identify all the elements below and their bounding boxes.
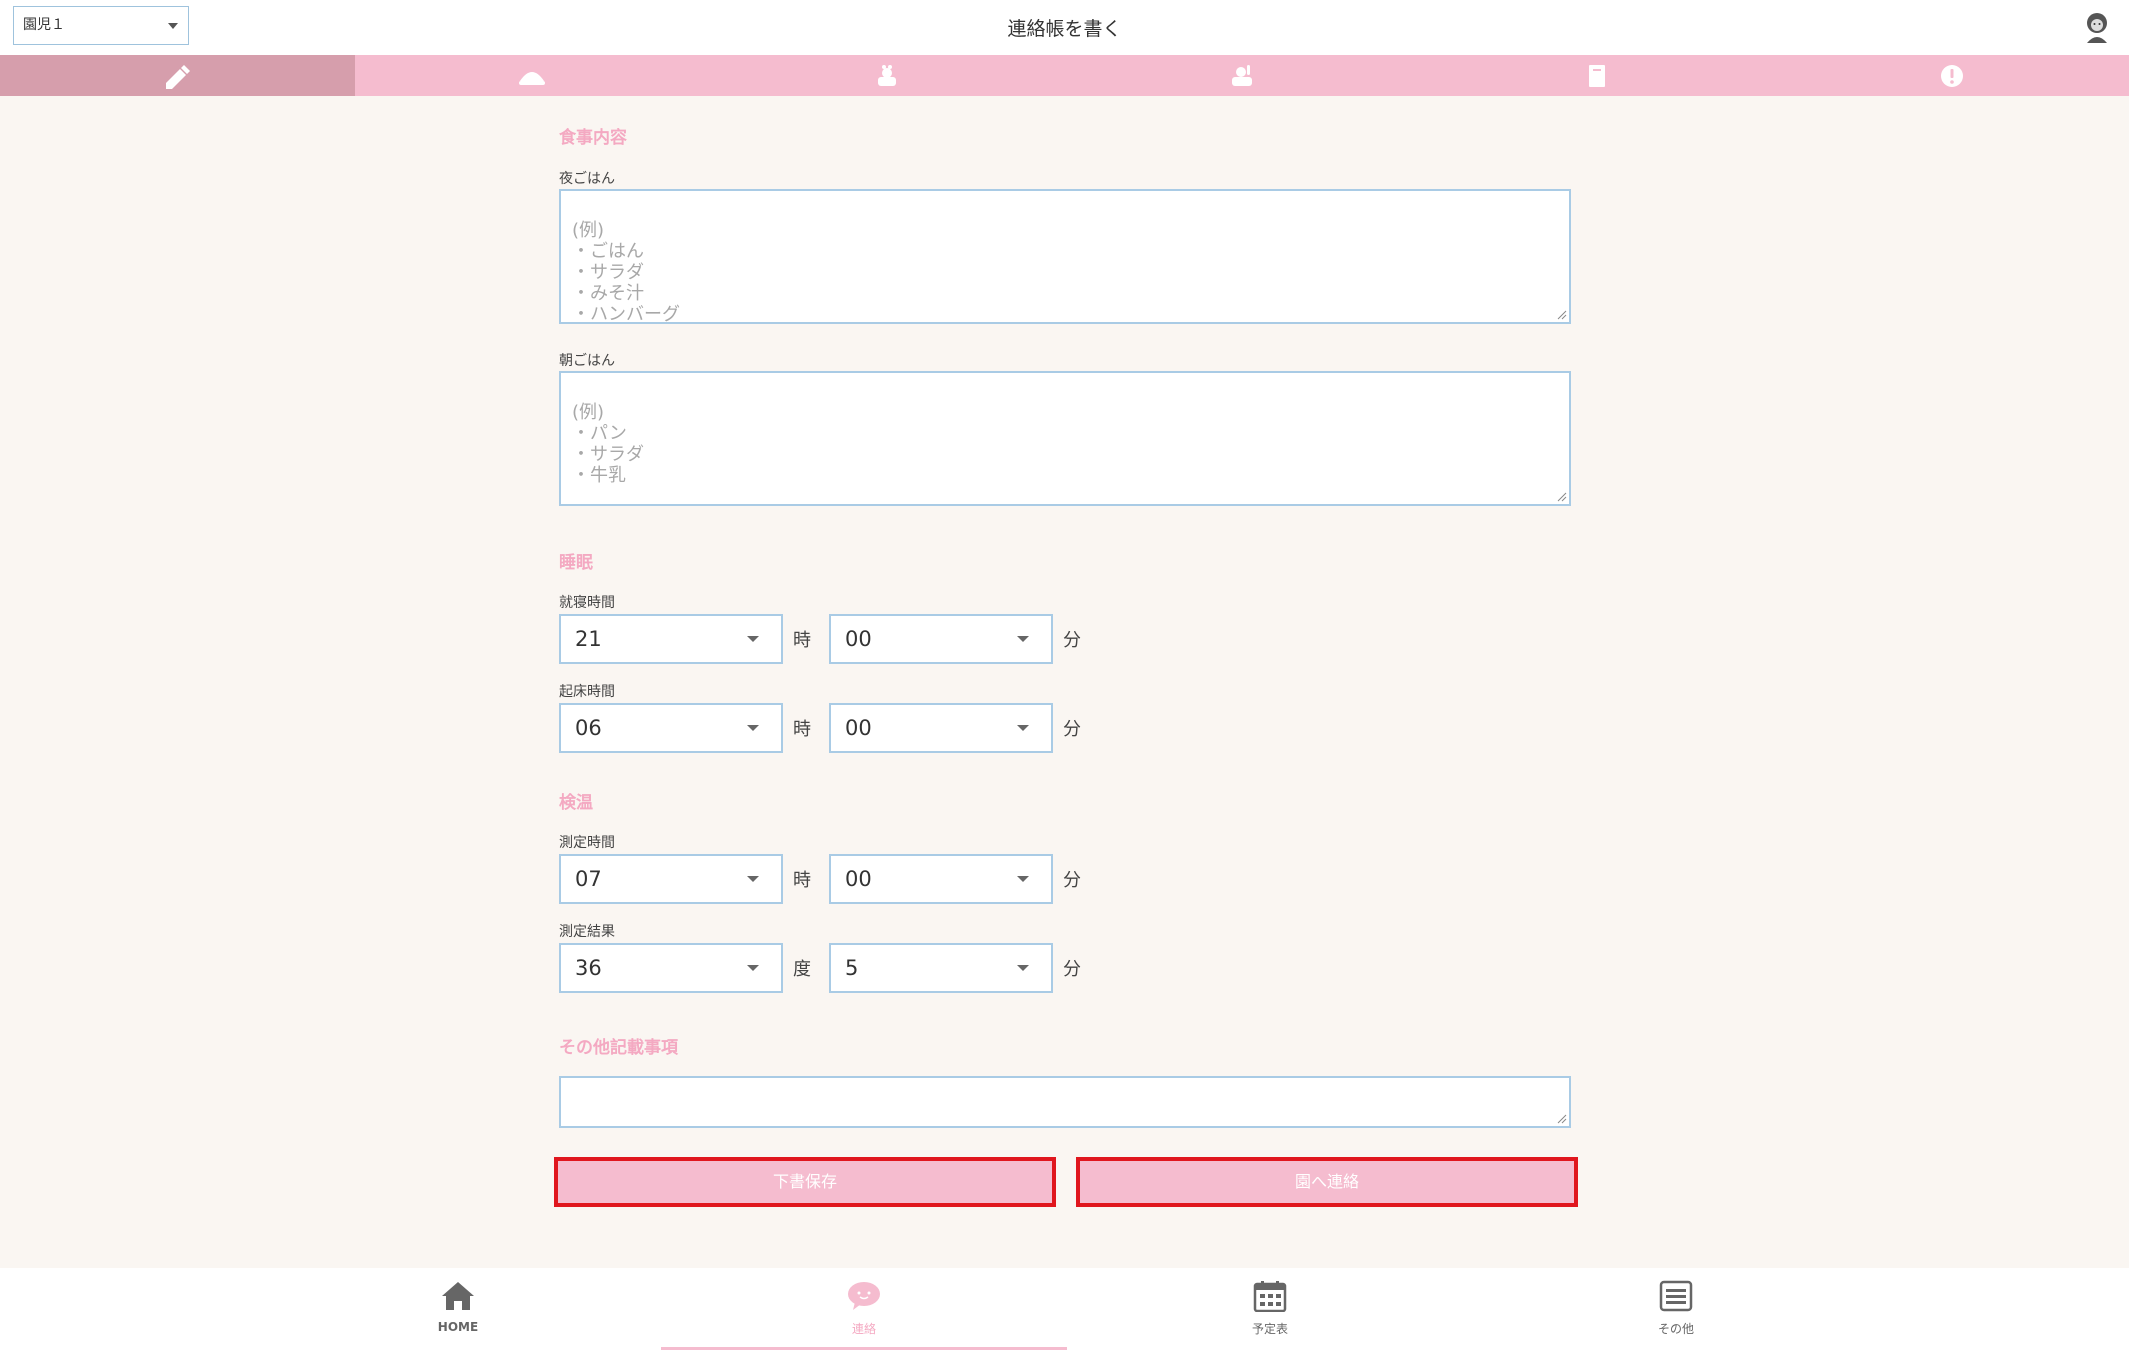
dinner-textarea[interactable]: (例) ・ごはん ・サラダ ・みそ汁 ・ハンバーグ (559, 189, 1571, 325)
temperature-degree-select[interactable]: 36 (559, 943, 783, 993)
temperature-degree-value: 36 (575, 956, 602, 980)
nav-other-label: その他 (1657, 1322, 1694, 1336)
chevron-down-icon (747, 876, 759, 882)
tab-write[interactable] (0, 55, 355, 96)
send-to-school-button[interactable]: 園へ連絡 (1076, 1157, 1578, 1207)
tab-meal[interactable] (354, 55, 710, 96)
minute-unit: 分 (1063, 870, 1081, 891)
nav-other[interactable]: その他 (1473, 1268, 1879, 1350)
degree-unit: 度 (793, 959, 811, 980)
page-title: 連絡帳を書く (1007, 18, 1122, 40)
measure-hour-select[interactable]: 07 (559, 854, 783, 904)
wake-hour-value: 06 (575, 716, 602, 740)
menu-icon (1659, 1280, 1693, 1312)
measure-minute-select[interactable]: 00 (829, 854, 1053, 904)
tab-temperature[interactable] (1064, 55, 1420, 96)
notebook-icon (1588, 64, 1605, 87)
tab-notebook[interactable] (1419, 55, 1775, 96)
nav-contact-label: 連絡 (851, 1322, 876, 1336)
minute-unit: 分 (1063, 630, 1081, 651)
breakfast-textarea[interactable]: (例) ・パン ・サラダ ・牛乳 (559, 371, 1571, 506)
save-draft-button[interactable]: 下書保存 (554, 1157, 1056, 1207)
nav-schedule-label: 予定表 (1251, 1322, 1288, 1336)
resize-grip-icon[interactable] (1555, 490, 1567, 502)
dinner-label: 夜ごはん (559, 171, 615, 187)
resize-grip-icon[interactable] (1555, 308, 1567, 320)
measure-result-label: 測定結果 (559, 924, 615, 940)
bedtime-hour-select[interactable]: 21 (559, 614, 783, 664)
notes-section-title: その他記載事項 (559, 1038, 678, 1058)
chevron-down-icon (747, 636, 759, 642)
home-icon (442, 1282, 474, 1310)
nav-contact[interactable]: 連絡 (661, 1268, 1067, 1350)
hour-unit: 時 (793, 719, 811, 740)
user-avatar-icon[interactable] (2082, 11, 2112, 43)
hour-unit: 時 (793, 630, 811, 651)
bedtime-minute-select[interactable]: 00 (829, 614, 1053, 664)
breakfast-label: 朝ごはん (559, 353, 615, 369)
chevron-down-icon (747, 965, 759, 971)
breakfast-placeholder: (例) ・パン ・サラダ ・牛乳 (572, 402, 644, 486)
bedtime-label: 就寝時間 (559, 595, 615, 611)
wake-hour-select[interactable]: 06 (559, 703, 783, 753)
tab-sleep[interactable] (709, 55, 1065, 96)
category-tabs (0, 55, 2129, 96)
bedtime-hour-value: 21 (575, 627, 602, 651)
speech-bubble-icon (848, 1282, 880, 1310)
decimal-unit: 分 (1063, 959, 1081, 980)
hour-unit: 時 (793, 870, 811, 891)
wake-label: 起床時間 (559, 684, 615, 700)
measure-time-label: 測定時間 (559, 835, 615, 851)
sleep-section-title: 睡眠 (559, 553, 593, 573)
bottom-nav: HOME 連絡 予定表 その他 (0, 1268, 2129, 1350)
chevron-down-icon (1017, 636, 1029, 642)
calendar-icon (1253, 1281, 1287, 1312)
meal-icon (519, 71, 546, 85)
alert-icon (1940, 64, 1963, 87)
nav-home-label: HOME (437, 1320, 479, 1334)
nav-schedule[interactable]: 予定表 (1067, 1268, 1473, 1350)
minute-unit: 分 (1063, 719, 1081, 740)
chevron-down-icon (747, 725, 759, 731)
wake-minute-value: 00 (845, 716, 872, 740)
wake-minute-select[interactable]: 00 (829, 703, 1053, 753)
temperature-section-title: 検温 (559, 793, 593, 813)
top-header: 園児１ 連絡帳を書く (0, 0, 2129, 55)
temperature-decimal-value: 5 (845, 956, 859, 980)
bedtime-minute-value: 00 (845, 627, 872, 651)
pencil-icon (166, 64, 191, 89)
notes-textarea[interactable] (559, 1076, 1571, 1128)
dinner-placeholder: (例) ・ごはん ・サラダ ・みそ汁 ・ハンバーグ (572, 220, 680, 325)
meal-section-title: 食事内容 (559, 128, 627, 148)
sleep-icon (878, 64, 897, 86)
chevron-down-icon (1017, 725, 1029, 731)
temperature-decimal-select[interactable]: 5 (829, 943, 1053, 993)
tab-alert[interactable] (1774, 55, 2129, 96)
measure-hour-value: 07 (575, 867, 602, 891)
temperature-icon (1231, 64, 1252, 86)
nav-home[interactable]: HOME (255, 1268, 661, 1350)
chevron-down-icon (1017, 965, 1029, 971)
measure-minute-value: 00 (845, 867, 872, 891)
chevron-down-icon (1017, 876, 1029, 882)
resize-grip-icon[interactable] (1555, 1112, 1567, 1124)
